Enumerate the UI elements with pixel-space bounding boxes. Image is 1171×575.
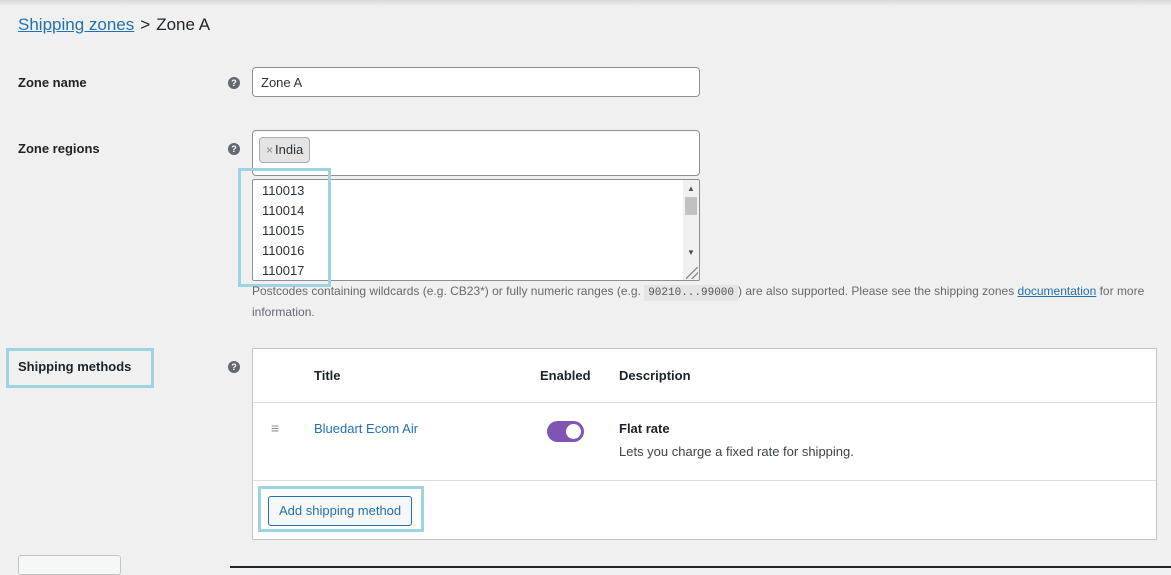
scroll-thumb[interactable] bbox=[685, 197, 697, 215]
shipping-methods-highlight-box bbox=[6, 348, 154, 388]
question-circle-icon[interactable]: ? bbox=[228, 361, 240, 373]
column-header-enabled: Enabled bbox=[540, 368, 591, 383]
admin-bar-shadow bbox=[0, 0, 1171, 6]
add-method-highlight-box bbox=[258, 486, 424, 532]
toggle-knob bbox=[566, 424, 581, 439]
region-chip-label: India bbox=[275, 142, 304, 157]
chip-remove-icon[interactable]: × bbox=[266, 143, 273, 157]
description-code: 90210...99000 bbox=[644, 285, 739, 301]
question-circle-icon[interactable]: ? bbox=[228, 143, 240, 155]
method-description: Lets you charge a fixed rate for shippin… bbox=[619, 444, 854, 459]
breadcrumb: Shipping zones > Zone A bbox=[18, 14, 210, 36]
save-changes-button[interactable] bbox=[18, 555, 121, 575]
table-divider bbox=[253, 480, 1156, 481]
breadcrumb-separator: > bbox=[140, 15, 151, 34]
zone-name-label: Zone name bbox=[18, 75, 87, 90]
zone-name-input[interactable] bbox=[252, 67, 700, 97]
description-text: Postcodes containing wildcards (e.g. CB2… bbox=[252, 284, 645, 298]
breadcrumb-current: Zone A bbox=[156, 15, 211, 34]
postcodes-description: Postcodes containing wildcards (e.g. CB2… bbox=[252, 282, 1162, 322]
column-header-title: Title bbox=[314, 368, 341, 383]
column-header-description: Description bbox=[619, 368, 691, 383]
description-text: ) are also supported. Please see the shi… bbox=[738, 284, 1018, 298]
postcodes-highlight-box bbox=[238, 168, 331, 287]
region-chip-india: × India bbox=[259, 137, 311, 163]
table-divider bbox=[253, 402, 1156, 403]
drag-handle-icon[interactable]: ≡ bbox=[271, 421, 279, 435]
scroll-up-arrow-icon[interactable]: ▲ bbox=[687, 184, 695, 194]
method-title-link[interactable]: Bluedart Ecom Air bbox=[314, 421, 418, 436]
documentation-link[interactable]: documentation bbox=[1018, 284, 1097, 298]
method-enabled-toggle[interactable] bbox=[547, 421, 584, 442]
scroll-down-arrow-icon[interactable]: ▼ bbox=[687, 248, 695, 258]
zone-regions-label: Zone regions bbox=[18, 141, 100, 156]
question-circle-icon[interactable]: ? bbox=[228, 77, 240, 89]
method-type: Flat rate bbox=[619, 421, 670, 436]
textarea-scrollbar[interactable]: ▲ ▼ bbox=[683, 180, 699, 280]
resize-grip-icon[interactable] bbox=[686, 267, 698, 279]
breadcrumb-shipping-zones-link[interactable]: Shipping zones bbox=[18, 15, 134, 34]
